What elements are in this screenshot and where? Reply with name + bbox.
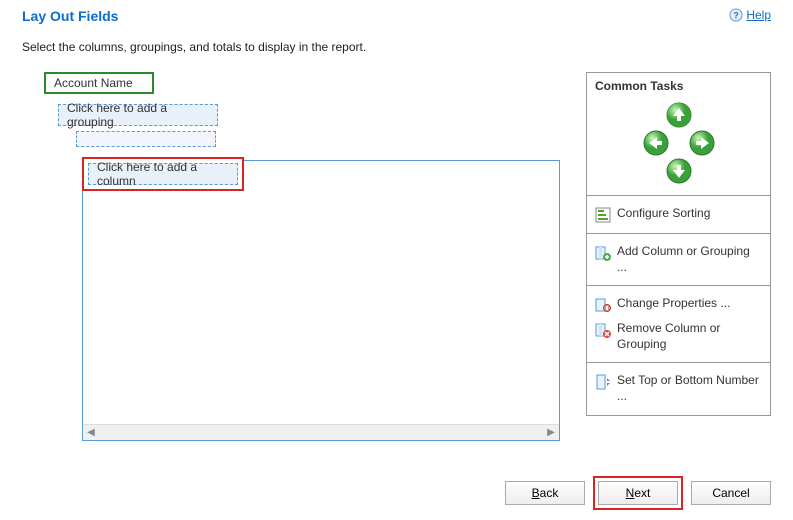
set-top-bottom-label: Set Top or Bottom Number ... [617,373,762,404]
add-column-icon [595,245,611,261]
change-properties-task[interactable]: Change Properties ... [587,292,770,317]
add-column-label: Add Column or Grouping ... [617,244,762,275]
sort-icon [595,207,611,223]
configure-sorting-label: Configure Sorting [617,206,710,222]
scroll-left-arrow[interactable]: ◀ [83,425,99,441]
scroll-right-arrow[interactable]: ▶ [543,425,559,441]
add-column-highlight: Click here to add a column [82,157,244,191]
move-left-button[interactable] [642,129,670,157]
common-tasks-panel: Common Tasks [586,72,771,416]
help-label: Help [746,8,771,22]
wizard-footer: Back Next Cancel [505,476,771,510]
help-icon: ? [729,8,743,22]
move-down-button[interactable] [665,157,693,185]
add-grouping-placeholder[interactable]: Click here to add a grouping [58,104,218,126]
move-up-button[interactable] [665,101,693,129]
add-column-placeholder[interactable]: Click here to add a column [88,163,238,185]
add-column-task[interactable]: Add Column or Grouping ... [587,240,770,279]
properties-icon [595,297,611,313]
cancel-button[interactable]: Cancel [691,481,771,505]
report-canvas[interactable]: ◀ ▶ [82,160,560,441]
configure-sorting-task[interactable]: Configure Sorting [587,202,770,227]
horizontal-scrollbar[interactable]: ◀ ▶ [83,424,559,440]
instruction-text: Select the columns, groupings, and total… [0,28,793,72]
set-top-bottom-task[interactable]: Set Top or Bottom Number ... [587,369,770,408]
move-arrows-section [587,97,770,196]
help-link[interactable]: ? Help [729,8,771,22]
next-button[interactable]: Next [598,481,678,505]
remove-column-label: Remove Column or Grouping [617,321,762,352]
design-area: Account Name Click here to add a groupin… [22,72,566,191]
next-button-highlight: Next [593,476,683,510]
page-title: Lay Out Fields [22,8,118,24]
top-bottom-icon [595,374,611,390]
remove-column-icon [595,322,611,338]
svg-text:?: ? [734,11,739,21]
remove-column-task[interactable]: Remove Column or Grouping [587,317,770,356]
account-name-field[interactable]: Account Name [44,72,154,94]
move-right-button[interactable] [688,129,716,157]
empty-grouping-slot[interactable] [76,131,216,147]
scroll-track[interactable] [99,425,543,440]
change-properties-label: Change Properties ... [617,296,730,312]
back-button[interactable]: Back [505,481,585,505]
sidebar-title: Common Tasks [587,73,770,97]
